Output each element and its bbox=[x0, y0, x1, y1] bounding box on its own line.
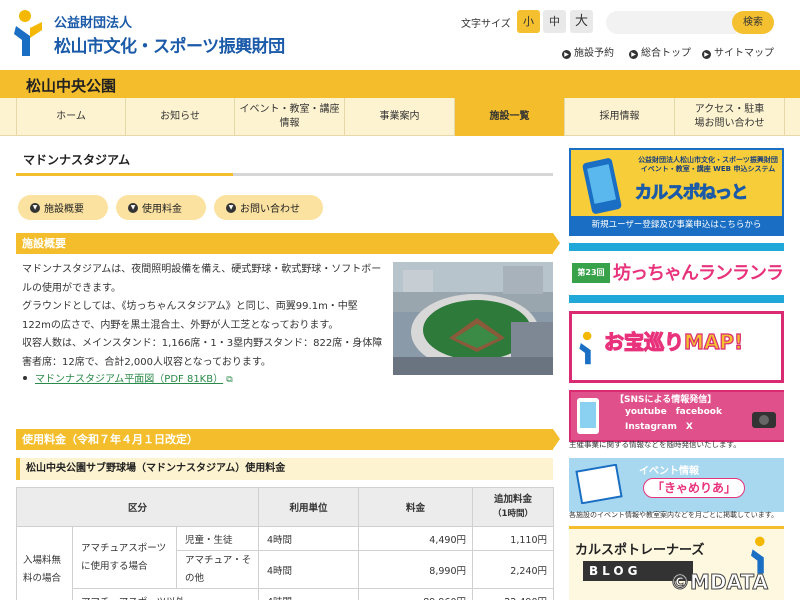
smartphone-icon bbox=[577, 398, 599, 434]
chevron-down-icon: ▼ bbox=[30, 202, 40, 213]
amateur-label: アマチュアスポーツに使用する場合 bbox=[72, 526, 177, 589]
site-title[interactable]: 松山中央公園 bbox=[26, 75, 116, 96]
global-nav: ホーム お知らせ イベント・教室・講座情報 事業案内 施設一覧 採用情報 アクセ… bbox=[0, 98, 800, 136]
banner-name: 「きゃめりあ」 bbox=[643, 478, 746, 498]
header-extra: 追加料金 （1時間） bbox=[472, 487, 554, 527]
header: 公益財団法人 松山市文化・スポーツ振興財団 文字サイズ 小 中 大 検索 ▶ 施設… bbox=[0, 0, 800, 70]
fee-subheading: 松山中央公園サブ野球場（マドンナスタジアム）使用料金 bbox=[16, 458, 553, 480]
table-row: 入場料無料の場合 アマチュアスポーツに使用する場合 児童・生徒 4時間 4,49… bbox=[16, 526, 554, 600]
row-unit: 4時間 bbox=[258, 550, 359, 589]
row-extra: 22,490円 bbox=[472, 588, 554, 600]
chevron-right-icon: ▶ bbox=[702, 50, 711, 59]
row-sub-label: アマチュア・その他 bbox=[176, 550, 259, 589]
site-title-bar: 松山中央公園 bbox=[0, 70, 800, 98]
anchor-contact-button[interactable]: ▼ お問い合わせ bbox=[214, 195, 323, 220]
header-category: 区分 bbox=[16, 487, 259, 527]
banner-title: カルスポトレーナーズ bbox=[575, 543, 705, 558]
search-input[interactable] bbox=[606, 11, 736, 34]
banner-title: イベント情報 bbox=[639, 466, 699, 477]
banner-caption: 各施設のイベント情報や教室案内などを月ごとに掲載しています。 bbox=[569, 511, 779, 519]
font-size-small-button[interactable]: 小 bbox=[517, 10, 540, 33]
font-size-label: 文字サイズ bbox=[461, 19, 511, 30]
banner-title: カルスポねっと bbox=[635, 183, 749, 204]
banner-botchan-run[interactable]: 第23回 坊っちゃんランランラン bbox=[569, 243, 784, 303]
util-link-top[interactable]: ▶ 総合トップ bbox=[629, 44, 691, 59]
nav-events[interactable]: イベント・教室・講座情報 bbox=[235, 98, 345, 136]
banner-treasure-map[interactable]: お宝巡りMAP! bbox=[569, 311, 784, 383]
header-fee: 料金 bbox=[358, 487, 473, 527]
row-fee: 4,490円 bbox=[358, 526, 473, 551]
banner-title: 坊っちゃんランランラン bbox=[613, 263, 784, 284]
external-link-icon: ⧉ bbox=[226, 375, 233, 385]
smartphone-icon bbox=[582, 158, 622, 214]
row-unit: 4時間 bbox=[258, 588, 359, 600]
banner-camellia[interactable]: イベント情報 「きゃめりあ」 bbox=[569, 458, 784, 512]
nav-business[interactable]: 事業案内 bbox=[345, 98, 455, 136]
banner-sns[interactable]: 【SNSによる情報発信】 youtube facebook Instagram … bbox=[569, 390, 784, 442]
row-fee: 89,960円 bbox=[358, 588, 473, 600]
amateur-other-label: アマチュアスポーツ以外 bbox=[72, 588, 259, 600]
foundation-logo-icon bbox=[579, 331, 592, 365]
row-extra: 2,240円 bbox=[472, 550, 554, 589]
camera-icon bbox=[752, 412, 776, 428]
row-unit: 4時間 bbox=[258, 526, 359, 551]
nav-recruit[interactable]: 採用情報 bbox=[565, 98, 675, 136]
section-heading-fees: 使用料金（令和７年４月１日改定） bbox=[16, 429, 560, 450]
page-title: マドンナスタジアム bbox=[23, 153, 131, 167]
banner-cta: 新規ユーザー登録及び事業申込はこちらから bbox=[571, 216, 782, 234]
banner-caption: 主催事業に関する情報などを随時発信いたします。 bbox=[569, 440, 741, 449]
row-sub-label: 児童・生徒 bbox=[176, 526, 259, 551]
calendar-icon bbox=[575, 464, 623, 504]
anchor-fees-button[interactable]: ▼ 使用料金 bbox=[116, 195, 206, 220]
nav-home[interactable]: ホーム bbox=[16, 98, 126, 136]
banner-karuspo-net[interactable]: 公益財団法人松山市文化・スポーツ振興財団 イベント・教室・講座 WEB 申込シス… bbox=[569, 148, 784, 236]
chevron-right-icon: ▶ bbox=[629, 50, 638, 59]
banner-title: 【SNSによる情報発信】 bbox=[615, 395, 717, 405]
table-row: アマチュアスポーツ以外 4時間 89,960円 22,490円 bbox=[17, 588, 554, 600]
sns-services: youtube facebook Instagram X bbox=[625, 407, 722, 432]
util-link-facility-booking[interactable]: ▶ 施設予約 bbox=[562, 44, 614, 59]
page: 公益財団法人 松山市文化・スポーツ振興財団 文字サイズ 小 中 大 検索 ▶ 施設… bbox=[0, 0, 800, 600]
foundation-logo-icon[interactable] bbox=[12, 8, 46, 58]
chevron-right-icon: ▶ bbox=[562, 50, 571, 59]
divider-accent bbox=[16, 173, 233, 176]
nav-facilities[interactable]: 施設一覧 bbox=[455, 98, 565, 136]
stadium-photo bbox=[393, 262, 553, 375]
anchor-overview-button[interactable]: ▼ 施設概要 bbox=[18, 195, 108, 220]
chevron-down-icon: ▼ bbox=[128, 202, 138, 213]
row-extra: 1,110円 bbox=[472, 526, 554, 551]
pdf-link[interactable]: マドンナスタジアム平面図（PDF 81KB） ⧉ bbox=[23, 370, 233, 385]
search-button[interactable]: 検索 bbox=[732, 11, 774, 34]
util-link-sitemap[interactable]: ▶ サイトマップ bbox=[702, 44, 774, 59]
fee-table: 区分 利用単位 料金 追加料金 （1時間） 入場料無料の場合 アマチュアスポーツに… bbox=[16, 487, 554, 600]
header-unit: 利用単位 bbox=[258, 487, 359, 527]
font-size-large-button[interactable]: 大 bbox=[570, 10, 593, 33]
nav-access[interactable]: アクセス・駐車場お問い合わせ bbox=[675, 98, 785, 136]
section-heading-overview: 施設概要 bbox=[16, 233, 560, 254]
overview-text: マドンナスタジアムは、夜間照明設備を備え、硬式野球・軟式野球・ソフトボールの使用… bbox=[22, 264, 383, 368]
group-label: 入場料無料の場合 bbox=[16, 526, 73, 600]
chevron-down-icon: ▼ bbox=[226, 202, 236, 213]
row-fee: 8,990円 bbox=[358, 550, 473, 589]
org-type: 公益財団法人 bbox=[54, 16, 133, 31]
nav-news[interactable]: お知らせ bbox=[126, 98, 235, 136]
watermark: ©MDATA bbox=[670, 570, 769, 595]
foundation-logo-icon bbox=[751, 536, 765, 574]
edition-badge: 第23回 bbox=[572, 263, 610, 283]
org-name[interactable]: 松山市文化・スポーツ振興財団 bbox=[54, 32, 285, 57]
bullet-icon bbox=[23, 376, 27, 380]
font-size-medium-button[interactable]: 中 bbox=[543, 10, 566, 33]
